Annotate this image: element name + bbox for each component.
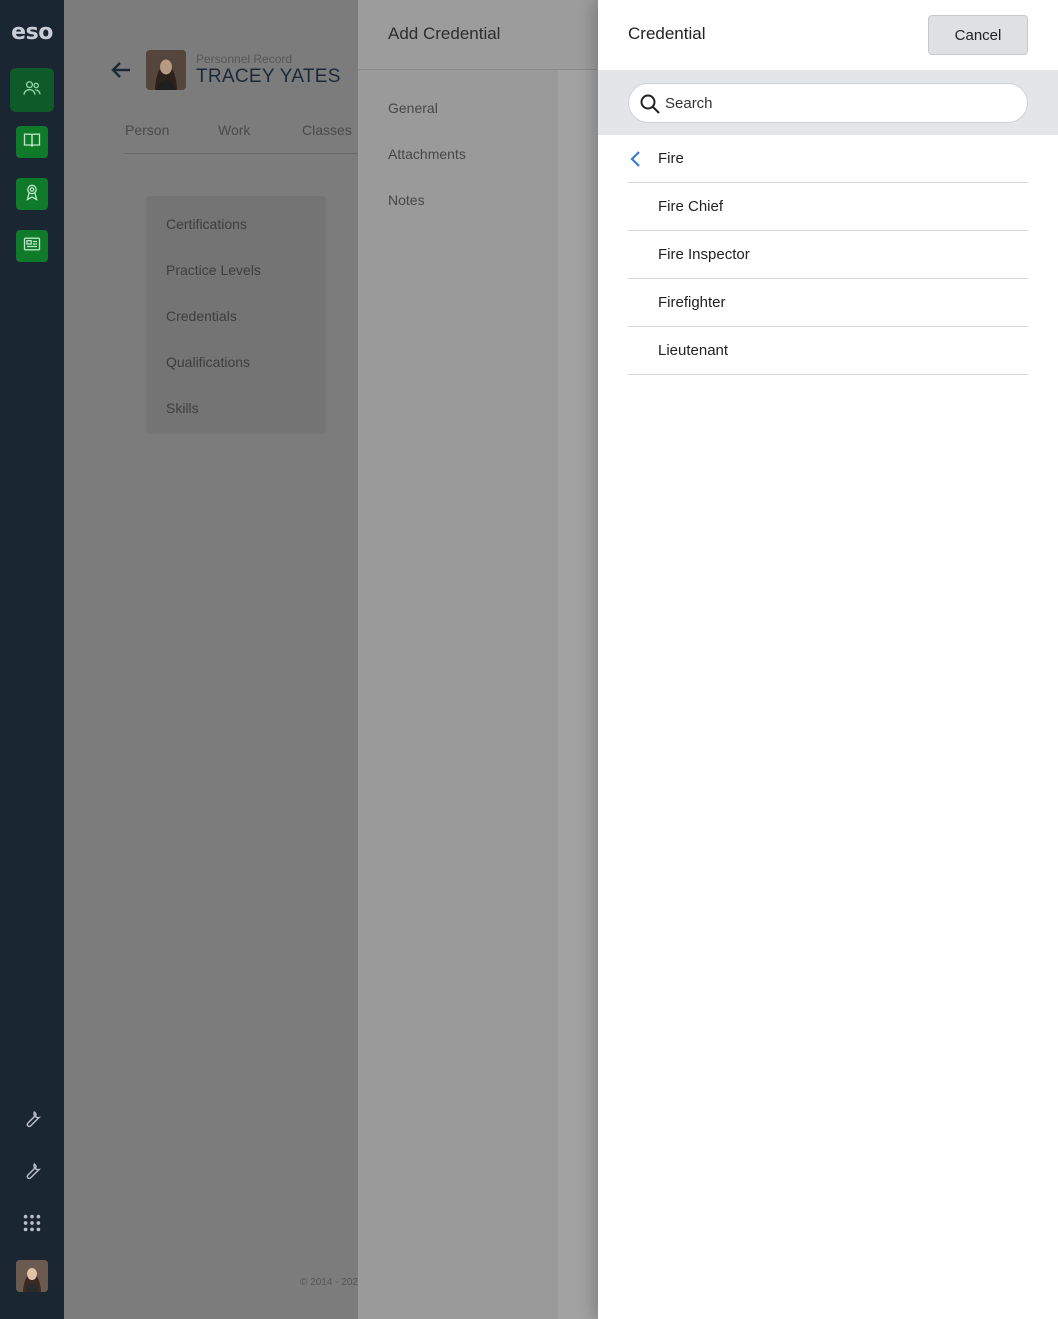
eso-logo: eso xyxy=(11,20,53,45)
menu-general[interactable]: General xyxy=(388,100,438,116)
wrench-icon xyxy=(21,1160,43,1187)
tab-classes[interactable]: Classes xyxy=(302,122,352,138)
subnav-certifications[interactable]: Certifications xyxy=(166,216,247,232)
copyright-footer: © 2014 - 202 xyxy=(300,1277,358,1288)
list-item[interactable]: Fire Inspector xyxy=(628,231,1028,279)
training-nav-button[interactable] xyxy=(16,126,48,158)
list-item-label: Firefighter xyxy=(658,294,726,311)
list-item[interactable]: Fire Chief xyxy=(628,183,1028,231)
admin-tool-button[interactable] xyxy=(16,1105,48,1137)
record-type-label: Personnel Record xyxy=(196,52,293,66)
settings-tool-button[interactable] xyxy=(16,1157,48,1189)
apps-grid-icon xyxy=(21,1212,43,1239)
back-to-fire-row[interactable]: Fire xyxy=(628,135,1028,183)
panel-title: Credential xyxy=(628,24,706,43)
subnav-practice-levels[interactable]: Practice Levels xyxy=(166,262,261,278)
search-icon xyxy=(639,93,661,115)
subnav-qualifications[interactable]: Qualifications xyxy=(166,354,250,370)
person-name: TRACEY YATES xyxy=(196,66,341,87)
person-avatar xyxy=(146,50,186,90)
user-avatar[interactable] xyxy=(16,1260,48,1292)
award-icon xyxy=(22,182,42,207)
list-item[interactable]: Firefighter xyxy=(628,279,1028,327)
tab-person[interactable]: Person xyxy=(125,122,169,138)
back-arrow-icon[interactable] xyxy=(110,60,132,80)
left-nav-rail: eso xyxy=(0,0,64,1319)
people-icon xyxy=(22,78,42,103)
list-item-label: Fire Chief xyxy=(658,198,724,215)
record-tabs: Person Work Classes xyxy=(124,120,364,154)
add-credential-modal: Add Credential General Attachments Notes xyxy=(358,0,598,1319)
credential-picker-panel: Credential Cancel Fire Fire Chief Fire I… xyxy=(598,0,1058,1319)
cancel-button[interactable]: Cancel xyxy=(928,15,1028,55)
add-credential-title: Add Credential xyxy=(388,24,501,43)
modal-content-area xyxy=(558,70,598,1319)
search-bar-area xyxy=(598,70,1058,135)
chevron-left-icon[interactable] xyxy=(628,149,642,169)
apps-button[interactable] xyxy=(16,1209,48,1241)
credentials-subnav: Certifications Practice Levels Credentia… xyxy=(146,196,326,434)
people-nav-button[interactable] xyxy=(10,68,54,112)
book-icon xyxy=(22,130,42,155)
menu-notes[interactable]: Notes xyxy=(388,192,425,208)
search-input[interactable] xyxy=(665,92,1015,114)
menu-attachments[interactable]: Attachments xyxy=(388,146,466,162)
tab-work[interactable]: Work xyxy=(218,122,250,138)
reports-nav-button[interactable] xyxy=(16,230,48,262)
wrench-icon xyxy=(21,1108,43,1135)
news-icon xyxy=(22,234,42,259)
add-credential-menu: General Attachments Notes xyxy=(358,70,558,1319)
subnav-credentials[interactable]: Credentials xyxy=(166,308,237,324)
list-item-label: Lieutenant xyxy=(658,342,729,359)
personnel-record-page: Personnel Record TRACEY YATES Person Wor… xyxy=(64,0,364,1319)
search-field[interactable] xyxy=(628,83,1028,123)
credentials-nav-button[interactable] xyxy=(16,178,48,210)
credential-list: Fire Fire Chief Fire Inspector Firefight… xyxy=(628,135,1028,375)
category-label: Fire xyxy=(658,150,684,167)
subnav-skills[interactable]: Skills xyxy=(166,400,199,416)
list-item-label: Fire Inspector xyxy=(658,246,750,263)
list-item[interactable]: Lieutenant xyxy=(628,327,1028,375)
add-credential-header: Add Credential xyxy=(358,0,598,70)
